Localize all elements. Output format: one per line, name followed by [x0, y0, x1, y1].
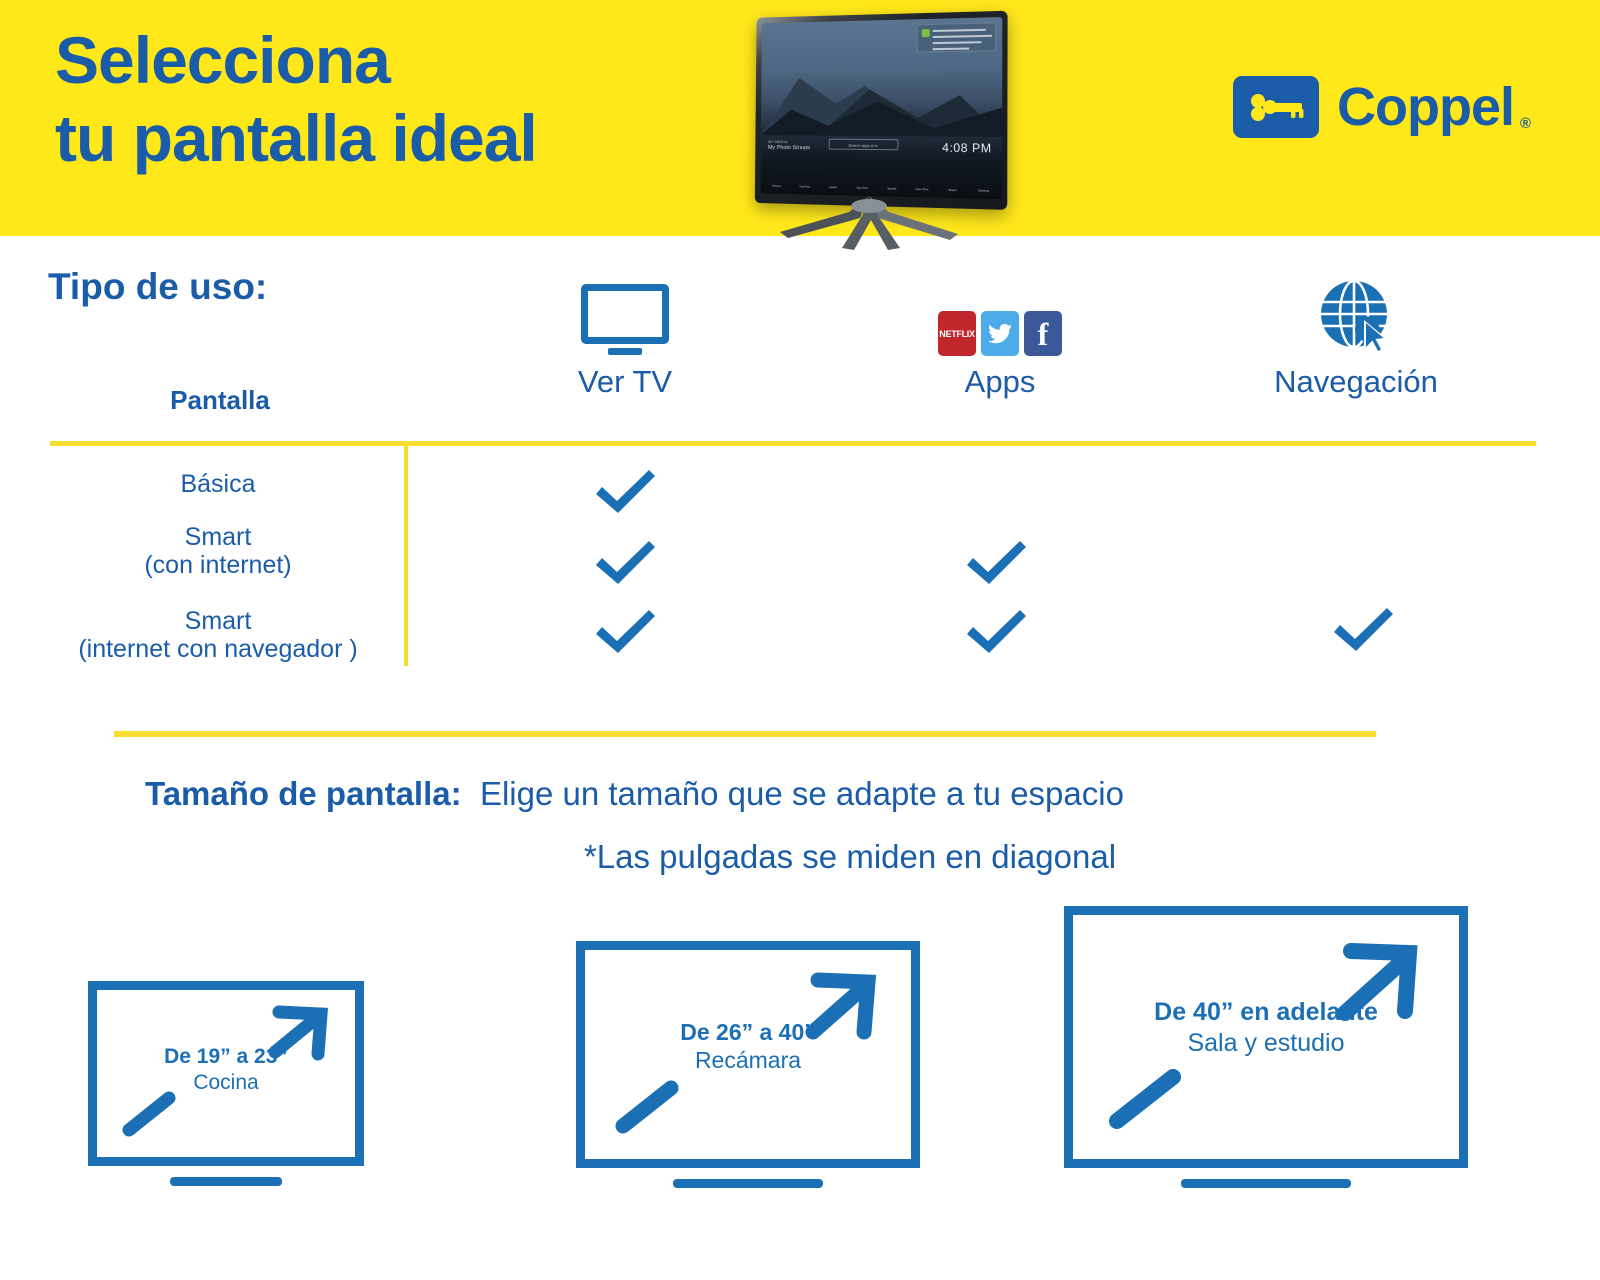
tv-app-item: Photos [772, 183, 781, 188]
tv-size-label: De 40” en adelante [1154, 998, 1378, 1026]
tv-size-label: De 26” a 40” [680, 1019, 816, 1045]
column-header-navegacion: Navegación [1240, 278, 1472, 400]
tv-size-box-cocina: De 19” a 23” Cocina [88, 981, 364, 1186]
table-row-label-smart-navegador: Smart (internet con navegador ) [78, 607, 358, 663]
section-divider-rule [114, 731, 1376, 737]
headline-line-1: Selecciona [55, 23, 391, 97]
tv-app-item: Spotify [887, 186, 897, 191]
size-section-note: *Las pulgadas se miden en diagonal [583, 838, 1117, 875]
column-header-pantalla: Pantalla [120, 385, 320, 416]
checkmark-smart-navegador-ver-tv [596, 610, 655, 653]
twitter-icon [981, 311, 1019, 356]
tv-size-box-recamara: De 26” a 40” Recámara [576, 941, 920, 1188]
tv-size-text: De 26” a 40” Recámara [585, 1018, 911, 1074]
tv-app-item: Skype [948, 187, 957, 193]
column-header-apps: NETFLIX f Apps [900, 278, 1100, 400]
tv-frame: De 19” a 23” Cocina [88, 981, 364, 1166]
checkmark-smart-internet-apps [967, 541, 1026, 584]
notification-status-dot [921, 29, 930, 38]
registered-mark: ® [1519, 115, 1531, 132]
tv-room-label: Sala y estudio [1187, 1028, 1345, 1057]
column-header-label: Pantalla [170, 385, 270, 415]
smart-tv-illustration: MY MEDIA My Photo Stream Search apps & t… [748, 4, 1016, 254]
globe-cursor-icon [1321, 279, 1388, 355]
tv-frame: De 26” a 40” Recámara [576, 941, 920, 1168]
tv-size-box-sala-estudio: De 40” en adelante Sala y estudio [1064, 906, 1468, 1188]
size-section-title: Tamaño de pantalla: [145, 775, 462, 812]
key-icon [1251, 94, 1304, 121]
table-row-label-smart-internet: Smart (con internet) [144, 523, 292, 579]
tv-notification [916, 22, 997, 53]
tv-stand [780, 196, 958, 250]
table-top-rule [50, 441, 1536, 446]
column-header-label: Ver TV [577, 364, 673, 399]
tv-size-text: De 40” en adelante Sala y estudio [1073, 997, 1459, 1058]
tv-size-label: De 19” a 23” [164, 1045, 288, 1068]
checkmark-smart-navegador-navegacion [1334, 608, 1393, 651]
page-title: Selecciona tu pantalla ideal [55, 22, 538, 178]
tv-stand-foot [1181, 1179, 1351, 1188]
tv-stand-foot [673, 1179, 823, 1188]
tv-app-item: Sky Plus [856, 185, 868, 190]
tv-stand-foot [170, 1177, 282, 1186]
tv-media-label: MY MEDIA My Photo Stream [768, 139, 811, 152]
table-vertical-rule [404, 444, 408, 666]
monitor-icon [581, 284, 669, 356]
tv-app-dock: Photos YouTube Netflix Sky Plus Spotify … [765, 182, 997, 193]
app-logos-icon: NETFLIX f [938, 311, 1062, 356]
table-row-label-basica: Básica [180, 470, 256, 498]
netflix-icon: NETFLIX [938, 311, 976, 356]
tv-app-item: YouTube [799, 184, 811, 189]
checkmark-basica-ver-tv [596, 470, 655, 513]
tv-app-item: Hulu Plus [915, 187, 929, 192]
tv-screen: MY MEDIA My Photo Stream Search apps & t… [760, 17, 1003, 200]
column-header-label: Apps [964, 364, 1036, 399]
coppel-logo: Coppel ® [1233, 76, 1531, 138]
size-section-heading: Tamaño de pantalla: Elige un tamaño que … [145, 775, 1124, 813]
checkmark-smart-navegador-apps [967, 610, 1026, 653]
tv-room-label: Recámara [694, 1047, 802, 1074]
tv-body: MY MEDIA My Photo Stream Search apps & t… [754, 10, 1008, 210]
logo-wordmark: Coppel ® [1337, 77, 1531, 137]
column-header-ver-tv: Ver TV [525, 278, 725, 400]
infographic-page: Selecciona tu pantalla ideal MY MEDIA My… [0, 0, 1600, 1280]
facebook-icon: f [1024, 311, 1062, 356]
tv-app-item: Netflix [829, 185, 838, 190]
size-section-subtitle: Elige un tamaño que se adapte a tu espac… [479, 775, 1124, 812]
tv-search-field: Search apps & tv [828, 138, 899, 151]
tv-clock: 4:08 PM [942, 140, 992, 156]
headline-line-2: tu pantalla ideal [55, 100, 538, 175]
tv-room-label: Cocina [193, 1070, 259, 1094]
usage-section-title: Tipo de uso: [48, 266, 268, 307]
tv-app-item: Settings [978, 188, 990, 193]
column-header-label: Navegación [1274, 364, 1438, 399]
tv-size-text: De 19” a 23” Cocina [97, 1044, 355, 1095]
tv-frame: De 40” en adelante Sala y estudio [1064, 906, 1468, 1168]
checkmark-smart-internet-ver-tv [596, 541, 655, 584]
logo-badge [1233, 76, 1319, 138]
mountain-graphic [760, 77, 1003, 138]
